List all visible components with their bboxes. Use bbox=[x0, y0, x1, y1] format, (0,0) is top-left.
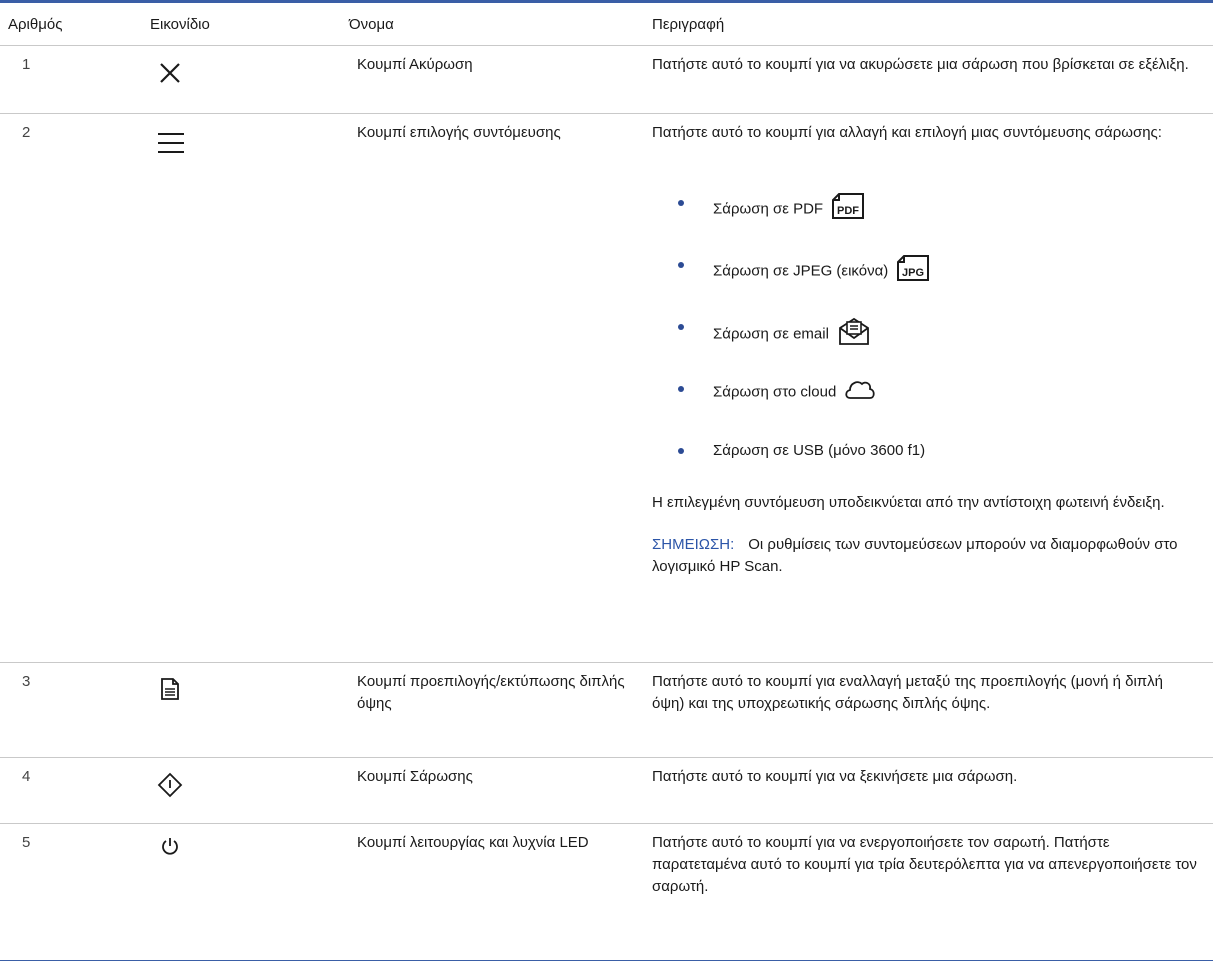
table-row: 3 Κουμπί προεπιλογής/εκτύπωσης διπλής όψ… bbox=[0, 663, 1213, 758]
pdf-icon-label: PDF bbox=[837, 205, 859, 217]
shortcut-label: Σάρωση σε PDF bbox=[713, 200, 824, 218]
table-row: 2 Κουμπί επιλογής συντόμευσης Πατήστε αυ… bbox=[0, 114, 1213, 663]
cloud-icon bbox=[844, 378, 876, 407]
bullet-dot bbox=[678, 324, 684, 330]
list-item: Σάρωση σε JPEG (εικόνα) JPG bbox=[652, 254, 1197, 316]
header-description: Περιγραφή bbox=[652, 16, 725, 33]
pdf-file-icon: PDF bbox=[831, 192, 865, 227]
row-number: 2 bbox=[22, 124, 31, 141]
header-number: Αριθμός bbox=[8, 16, 63, 33]
bullet-dot bbox=[678, 448, 684, 454]
row-name: Κουμπί επιλογής συντόμευσης bbox=[357, 124, 561, 141]
note: ΣΗΜΕΙΩΣΗ: Οι ρυθμίσεις των συντομεύσεων μ… bbox=[652, 534, 1197, 578]
row-description: Πατήστε αυτό το κουμπί για να ξεκινήσετε… bbox=[652, 768, 1018, 785]
list-item: Σάρωση σε PDF PDF bbox=[652, 192, 1197, 254]
row-description: Πατήστε αυτό το κουμπί για αλλαγή και επ… bbox=[652, 124, 1162, 141]
bullet-dot bbox=[678, 386, 684, 392]
row-number: 1 bbox=[22, 56, 31, 73]
shortcut-label: Σάρωση σε JPEG (εικόνα) bbox=[713, 262, 889, 280]
jpg-icon-label: JPG bbox=[902, 267, 924, 279]
row-number: 3 bbox=[22, 673, 31, 690]
buttons-table: Αριθμός Εικονίδιο Όνομα Περιγραφή 1 Κουμ… bbox=[0, 3, 1213, 918]
table-header: Αριθμός Εικονίδιο Όνομα Περιγραφή bbox=[0, 3, 1213, 46]
table-row: 4 Κουμπί Σάρωσης Πατήστε αυτό το κουμπί … bbox=[0, 758, 1213, 824]
note-label: ΣΗΜΕΙΩΣΗ: bbox=[652, 536, 735, 553]
header-name: Όνομα bbox=[349, 16, 394, 33]
shortcut-label: Σάρωση σε email bbox=[713, 325, 829, 343]
list-item: Σάρωση στο cloud bbox=[652, 378, 1197, 440]
row-description-block: Πατήστε αυτό το κουμπί για αλλαγή και επ… bbox=[652, 122, 1197, 578]
row-description: Πατήστε αυτό το κουμπί για να ακυρώσετε … bbox=[652, 56, 1189, 73]
row-number: 5 bbox=[22, 834, 31, 851]
jpg-file-icon: JPG bbox=[896, 254, 930, 289]
shortcut-list: Σάρωση σε PDF PDF Σάρωση σε JPEG (εικόνα… bbox=[652, 192, 1197, 502]
list-item: Σάρωση σε email bbox=[652, 316, 1197, 378]
row-number: 4 bbox=[22, 768, 31, 785]
menu-icon bbox=[157, 132, 185, 161]
row-name: Κουμπί Ακύρωση bbox=[357, 56, 473, 73]
table-row: 5 Κουμπί λειτουργίας και λυχνία LED Πατή… bbox=[0, 824, 1213, 918]
email-icon bbox=[837, 316, 871, 353]
header-icon: Εικονίδιο bbox=[150, 16, 210, 33]
row-description: Πατήστε αυτό το κουμπί για εναλλαγή μετα… bbox=[652, 673, 1163, 712]
shortcut-label: Σάρωση στο cloud bbox=[713, 383, 837, 401]
bullet-dot bbox=[678, 262, 684, 268]
bullet-dot bbox=[678, 200, 684, 206]
row-name: Κουμπί λειτουργίας και λυχνία LED bbox=[357, 834, 589, 851]
close-icon bbox=[158, 61, 182, 92]
row-name: Κουμπί προεπιλογής/εκτύπωσης διπλής όψης bbox=[357, 673, 625, 712]
duplex-document-icon bbox=[160, 677, 180, 708]
list-item: Σάρωση σε USB (μόνο 3600 f1) bbox=[652, 440, 1197, 502]
table-row: 1 Κουμπί Ακύρωση Πατήστε αυτό το κουμπί … bbox=[0, 46, 1213, 114]
row-name: Κουμπί Σάρωσης bbox=[357, 768, 473, 785]
scan-start-icon bbox=[157, 772, 183, 805]
shortcut-label: Σάρωση σε USB (μόνο 3600 f1) bbox=[713, 442, 926, 459]
power-icon bbox=[160, 836, 180, 863]
row-description: Πατήστε αυτό το κουμπί για να ενεργοποιή… bbox=[652, 834, 1197, 895]
